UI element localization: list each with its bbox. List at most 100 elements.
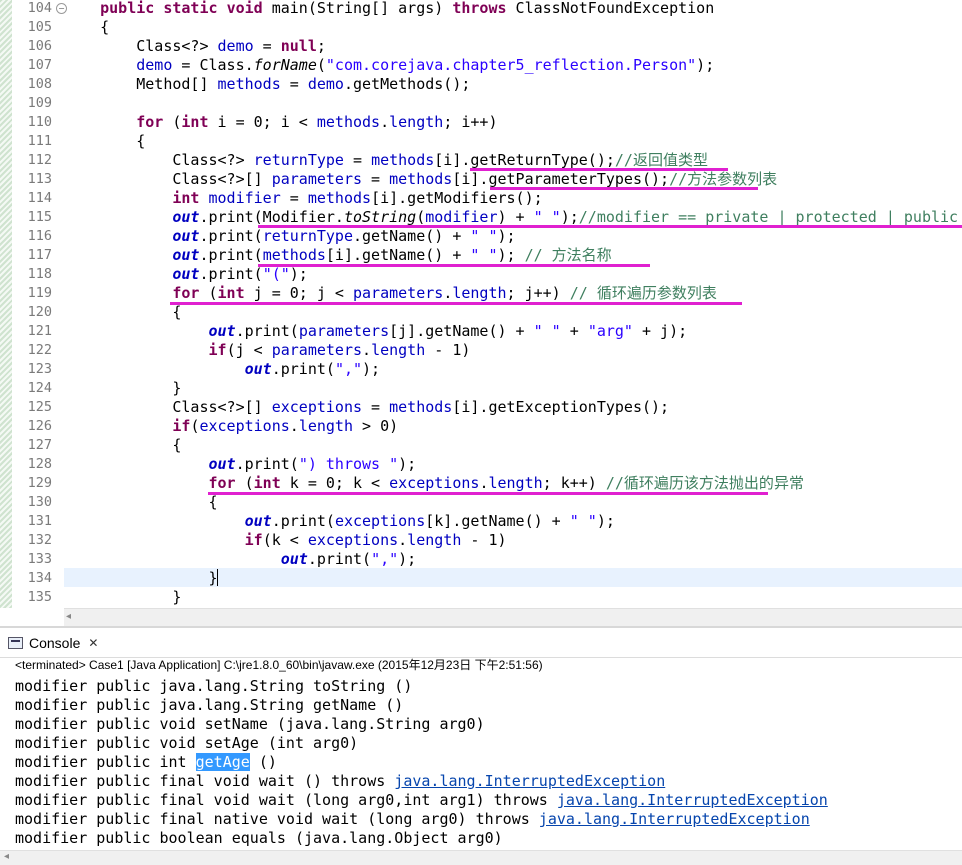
view-divider[interactable]	[0, 626, 962, 628]
code-token: if	[244, 531, 263, 549]
code-line[interactable]: out.print("(");	[64, 265, 308, 284]
code-token: " "	[533, 322, 561, 340]
code-token: length	[452, 284, 507, 302]
code-token: {	[64, 493, 218, 511]
code-line[interactable]: if(j < parameters.length - 1)	[64, 341, 471, 360]
line-number: 129	[27, 475, 52, 491]
line-number: 111	[27, 133, 52, 149]
console-output-line[interactable]: modifier public boolean equals (java.lan…	[15, 829, 503, 848]
code-token: +	[560, 322, 588, 340]
console-output-line[interactable]: modifier public final void wait () throw…	[15, 772, 665, 791]
code-token: (	[416, 208, 426, 226]
code-line[interactable]: {	[64, 132, 145, 151]
code-line[interactable]: for (int k = 0; k < exceptions.length; k…	[64, 474, 804, 493]
code-line[interactable]: out.print(") throws ");	[64, 455, 417, 474]
code-token: int	[181, 113, 209, 131]
scroll-left-icon[interactable]: ◂	[4, 851, 9, 862]
code-token: //方法参数列表	[669, 170, 778, 188]
code-token: ; j++)	[506, 284, 570, 302]
code-line[interactable]: Method[] methods = demo.getMethods();	[64, 75, 470, 94]
code-line[interactable]: {	[64, 493, 218, 512]
line-number: 112	[27, 152, 52, 168]
code-token: ","	[334, 360, 363, 378]
code-token: ;	[316, 37, 326, 55]
code-token: methods	[307, 189, 372, 207]
line-number: 104	[27, 0, 52, 16]
code-line[interactable]: for (int j = 0; j < parameters.length; j…	[64, 284, 717, 303]
code-token: out	[172, 265, 200, 283]
code-token: - 1)	[425, 341, 471, 359]
line-number: 116	[27, 228, 52, 244]
console-output-line[interactable]: modifier public java.lang.String getName…	[15, 696, 403, 715]
code-line[interactable]: Class<?> demo = null;	[64, 37, 326, 56]
code-token: .print(	[199, 265, 263, 283]
code-token: methods	[371, 151, 435, 169]
code-line[interactable]: }	[64, 569, 217, 588]
tab-console[interactable]: Console ✕	[8, 630, 98, 656]
code-token: " "	[470, 227, 498, 245]
console-output-line[interactable]: modifier public final native void wait (…	[15, 810, 810, 829]
code-token: throws	[452, 0, 507, 17]
line-number: 105	[27, 19, 52, 35]
console-output-line[interactable]: modifier public void setAge (int arg0)	[15, 734, 358, 753]
line-number: 135	[27, 589, 52, 605]
code-line[interactable]: out.print(parameters[j].getName() + " " …	[64, 322, 688, 341]
code-token: main(String[] args)	[262, 0, 453, 17]
code-line[interactable]: if(k < exceptions.length - 1)	[64, 531, 507, 550]
code-line[interactable]: int modifier = methods[i].getModifiers()…	[64, 189, 542, 208]
annotation-underline	[490, 187, 758, 190]
code-token: .getName() +	[353, 227, 471, 245]
code-token: );	[289, 265, 308, 283]
code-line[interactable]: if(exceptions.length > 0)	[64, 417, 398, 436]
console-output-line[interactable]: modifier public java.lang.String toStrin…	[15, 677, 412, 696]
exception-link[interactable]: java.lang.InterruptedException	[539, 810, 810, 828]
console-horizontal-scrollbar[interactable]: ◂	[0, 850, 962, 865]
code-token: out	[172, 208, 200, 226]
console-output-line[interactable]: modifier public void setName (java.lang.…	[15, 715, 485, 734]
code-token: out	[244, 512, 272, 530]
code-line[interactable]: Class<?>[] exceptions = methods[i].getEx…	[64, 398, 669, 417]
scroll-left-icon[interactable]: ◂	[66, 611, 71, 622]
exception-link[interactable]: java.lang.InterruptedException	[557, 791, 828, 809]
code-token: .print(	[307, 550, 372, 568]
code-line[interactable]: }	[64, 588, 181, 607]
code-token: Class<?>[]	[64, 398, 272, 416]
code-line[interactable]: out.print(methods[i].getName() + " "); /…	[64, 246, 611, 265]
line-number: 119	[27, 285, 52, 301]
code-token: );	[560, 208, 579, 226]
code-token: length	[298, 417, 353, 435]
code-token: // 循环遍历参数列表	[569, 284, 717, 302]
code-line[interactable]: for (int i = 0; i < methods.length; i++)	[64, 113, 497, 132]
code-token: out	[172, 227, 200, 245]
code-line[interactable]: {	[64, 436, 181, 455]
code-token: demo	[217, 37, 254, 55]
code-line[interactable]: out.print(",");	[64, 360, 380, 379]
line-number: 122	[27, 342, 52, 358]
exception-link[interactable]: java.lang.InterruptedException	[394, 772, 665, 790]
console-output-line[interactable]: modifier public int getAge ()	[15, 753, 277, 772]
code-token: exceptions	[271, 398, 363, 416]
code-line[interactable]: {	[64, 18, 109, 37]
close-icon[interactable]: ✕	[88, 636, 98, 650]
editor-horizontal-scrollbar[interactable]: ◂	[64, 608, 962, 626]
code-token: modifier	[425, 208, 498, 226]
code-editor[interactable]: 104 105 106 107 108 109 110 111 112 113 114 115 116 1…	[0, 0, 962, 626]
code-line[interactable]: }	[64, 379, 181, 398]
code-line[interactable]: demo = Class.forName("com.corejava.chapt…	[64, 56, 714, 75]
console-output-line[interactable]: modifier public final void wait (long ar…	[15, 791, 828, 810]
code-line[interactable]: out.print(returnType.getName() + " ");	[64, 227, 515, 246]
code-token: out	[172, 246, 200, 264]
code-token: .	[398, 531, 408, 549]
code-line[interactable]: out.print(exceptions[k].getName() + " ")…	[64, 512, 615, 531]
code-line[interactable]: public static void main(String[] args) t…	[64, 0, 714, 18]
line-number: 128	[27, 456, 52, 472]
code-line[interactable]: out.print(",");	[64, 550, 416, 569]
code-line[interactable]: {	[64, 303, 181, 322]
code-token: = Class.	[172, 56, 254, 74]
line-number: 131	[27, 513, 52, 529]
code-token: > 0)	[353, 417, 399, 435]
